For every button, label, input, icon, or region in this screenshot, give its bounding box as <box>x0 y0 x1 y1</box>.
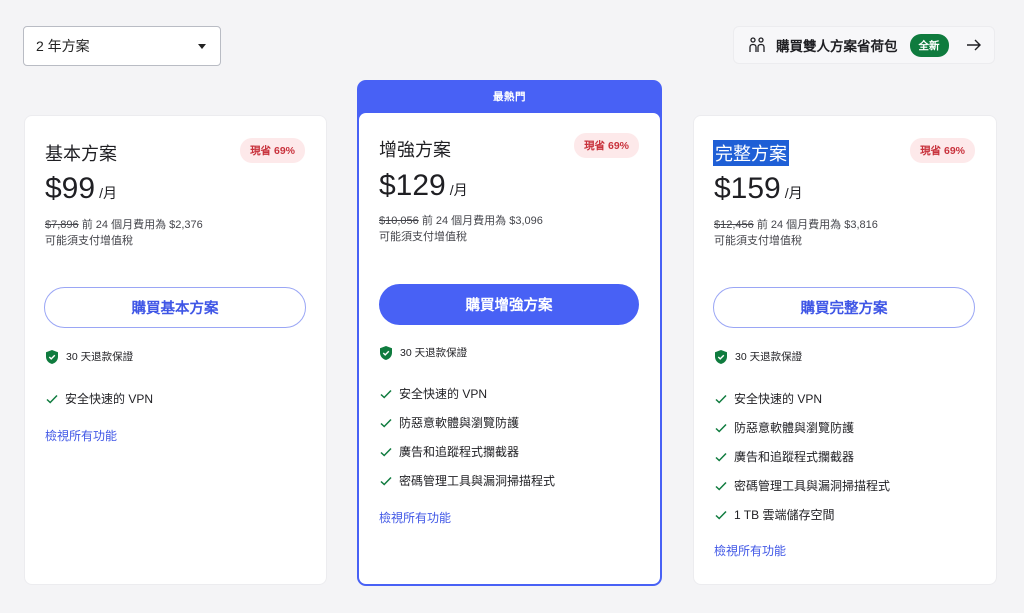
original-price: $7,896 <box>45 219 79 231</box>
tax-note: 可能須支付增值稅 <box>379 231 467 243</box>
price: $129 /月 <box>379 169 468 203</box>
plan-name: 增強方案 <box>379 140 451 160</box>
feature-label: 防惡意軟體與瀏覽防護 <box>399 416 520 430</box>
plan-name: 基本方案 <box>45 144 117 164</box>
people-icon <box>746 34 768 56</box>
feature-list: 安全快速的 VPN 防惡意軟體與瀏覽防護 廣告和追蹤程式攔截器 密碼管理工具與漏… <box>380 379 555 495</box>
plan-name: 完整方案 <box>713 140 789 166</box>
feature-item: 安全快速的 VPN <box>380 379 555 408</box>
original-price: $12,456 <box>714 219 754 231</box>
shield-check-icon <box>380 345 392 360</box>
feature-item: 1 TB 雲端儲存空間 <box>715 500 890 529</box>
plan-card-basic: 基本方案 現省 69% $99 /月 $7,896 前 24 個月費用為 $2,… <box>24 115 327 585</box>
plan-card-complete: 完整方案 現省 69% $159 /月 $12,456 前 24 個月費用為 $… <box>693 115 997 585</box>
check-icon <box>715 481 727 491</box>
price-period: /月 <box>784 185 803 201</box>
price-amount: $129 <box>379 169 446 202</box>
billing-note-text: 前 24 個月費用為 $3,096 <box>421 215 543 227</box>
check-icon <box>380 389 392 399</box>
duo-plan-label: 購買雙人方案省荷包 <box>776 39 898 54</box>
guarantee-label: 30 天退款保證 <box>735 351 803 363</box>
check-icon <box>715 452 727 462</box>
save-badge: 現省 69% <box>574 133 639 158</box>
tax-note: 可能須支付增值稅 <box>45 235 133 247</box>
feature-list: 安全快速的 VPN 防惡意軟體與瀏覽防護 廣告和追蹤程式攔截器 密碼管理工具與漏… <box>715 384 890 529</box>
duo-plan-link[interactable]: 購買雙人方案省荷包 全新 <box>733 26 995 64</box>
billing-note-text: 前 24 個月費用為 $3,816 <box>756 219 878 231</box>
feature-label: 密碼管理工具與漏洞掃描程式 <box>734 479 891 493</box>
money-back-guarantee: 30 天退款保證 <box>715 349 802 364</box>
feature-list: 安全快速的 VPN <box>46 384 153 413</box>
original-price: $10,056 <box>379 215 419 227</box>
money-back-guarantee: 30 天退款保證 <box>46 349 133 364</box>
feature-label: 安全快速的 VPN <box>399 387 488 401</box>
caret-down-icon <box>198 43 206 49</box>
check-icon <box>380 418 392 428</box>
billing-note: $10,056 前 24 個月費用為 $3,096 <box>379 212 543 228</box>
billing-note: $12,456 前 24 個月費用為 $3,816 <box>714 216 878 232</box>
buy-complete-button[interactable]: 購買完整方案 <box>713 287 975 328</box>
price-period: /月 <box>99 185 117 201</box>
feature-label: 安全快速的 VPN <box>734 392 823 406</box>
buy-basic-button[interactable]: 購買基本方案 <box>44 287 306 328</box>
billing-period-select[interactable]: 2 年方案 <box>23 26 221 66</box>
plan-card-plus: 最熱門 增強方案 現省 69% $129 /月 $10,056 前 24 個月費… <box>357 80 662 586</box>
price-amount: $159 <box>714 172 781 205</box>
view-all-features-link[interactable]: 檢視所有功能 <box>379 509 451 526</box>
check-icon <box>380 476 392 486</box>
guarantee-label: 30 天退款保證 <box>400 347 468 359</box>
check-icon <box>46 394 58 404</box>
feature-item: 防惡意軟體與瀏覽防護 <box>380 408 555 437</box>
check-icon <box>715 510 727 520</box>
feature-item: 防惡意軟體與瀏覽防護 <box>715 413 890 442</box>
feature-label: 防惡意軟體與瀏覽防護 <box>734 421 855 435</box>
price: $159 /月 <box>714 172 803 206</box>
feature-item: 密碼管理工具與漏洞掃描程式 <box>380 466 555 495</box>
view-all-features-link[interactable]: 檢視所有功能 <box>45 427 117 444</box>
check-icon <box>380 447 392 457</box>
save-badge: 現省 69% <box>240 138 305 163</box>
shield-check-icon <box>715 349 727 364</box>
price-amount: $99 <box>45 172 96 205</box>
feature-label: 安全快速的 VPN <box>65 392 154 406</box>
feature-label: 1 TB 雲端儲存空間 <box>734 508 835 522</box>
billing-note-text: 前 24 個月費用為 $2,376 <box>81 219 203 231</box>
buy-plus-button[interactable]: 購買增強方案 <box>379 284 639 325</box>
price-period: /月 <box>449 182 468 198</box>
money-back-guarantee: 30 天退款保證 <box>380 345 467 360</box>
check-icon <box>715 423 727 433</box>
guarantee-label: 30 天退款保證 <box>66 351 134 363</box>
feature-item: 安全快速的 VPN <box>715 384 890 413</box>
check-icon <box>715 394 727 404</box>
billing-period-value: 2 年方案 <box>36 38 90 54</box>
price: $99 /月 <box>45 172 117 206</box>
feature-item: 廣告和追蹤程式攔截器 <box>380 437 555 466</box>
feature-label: 密碼管理工具與漏洞掃描程式 <box>399 474 556 488</box>
feature-item: 密碼管理工具與漏洞掃描程式 <box>715 471 890 500</box>
view-all-features-link[interactable]: 檢視所有功能 <box>714 542 786 559</box>
most-popular-ribbon: 最熱門 <box>493 91 526 103</box>
feature-label: 廣告和追蹤程式攔截器 <box>399 445 520 459</box>
plan-card-plus-body: 增強方案 現省 69% $129 /月 $10,056 前 24 個月費用為 $… <box>359 113 660 584</box>
arrow-right-icon <box>966 36 984 54</box>
tax-note: 可能須支付增值稅 <box>714 235 802 247</box>
shield-check-icon <box>46 349 58 364</box>
billing-note: $7,896 前 24 個月費用為 $2,376 <box>45 216 203 232</box>
feature-item: 廣告和追蹤程式攔截器 <box>715 442 890 471</box>
new-badge: 全新 <box>909 33 949 57</box>
feature-label: 廣告和追蹤程式攔截器 <box>734 450 855 464</box>
save-badge: 現省 69% <box>910 138 975 163</box>
feature-item: 安全快速的 VPN <box>46 384 153 413</box>
